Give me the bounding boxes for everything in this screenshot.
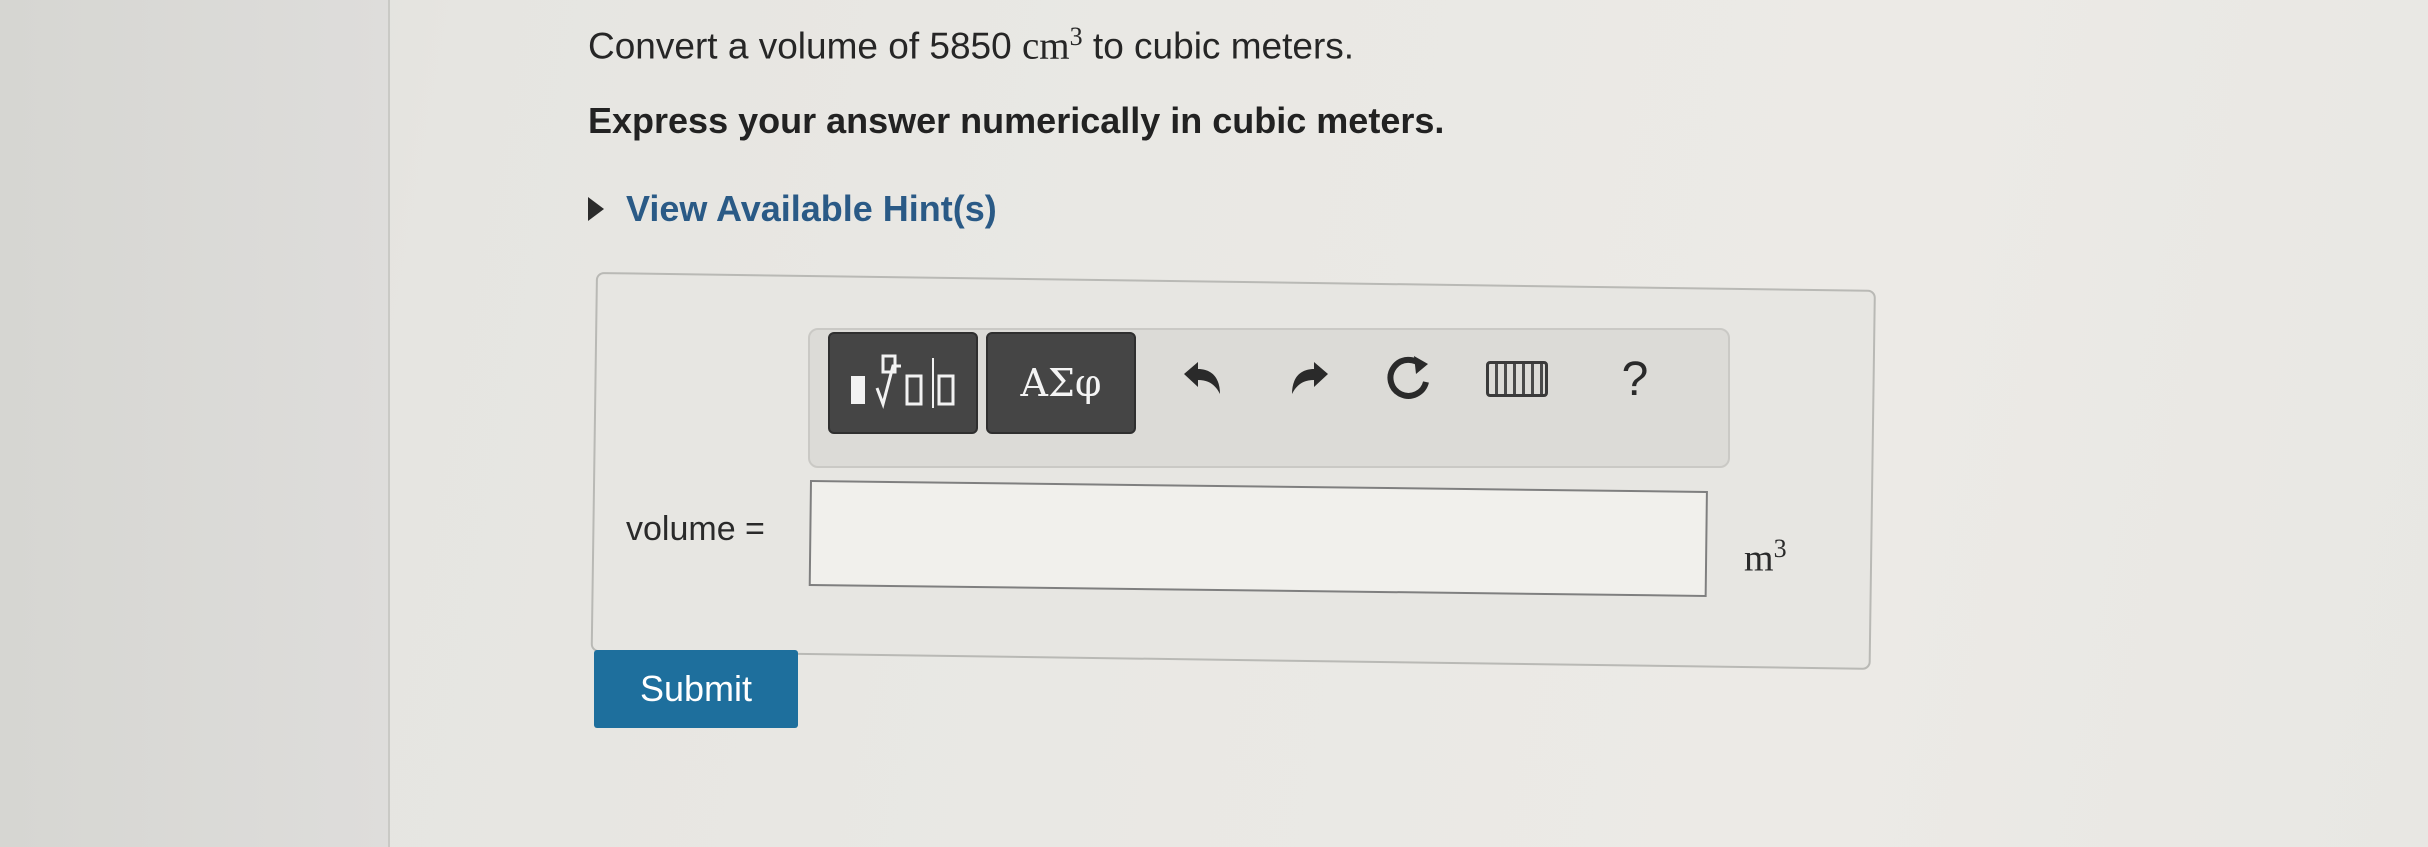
- math-toolbar: ΑΣφ ?: [808, 328, 1730, 468]
- question-unit-exponent: 3: [1069, 22, 1083, 51]
- question-text: Convert a volume of 5850 cm3 to cubic me…: [588, 22, 1354, 68]
- template-icon: [851, 354, 955, 409]
- triangle-right-icon: [588, 197, 604, 221]
- help-button[interactable]: ?: [1600, 344, 1670, 414]
- view-hints-link[interactable]: View Available Hint(s): [588, 188, 997, 230]
- reset-button[interactable]: [1374, 344, 1444, 414]
- answer-unit: m3: [1744, 534, 1787, 581]
- answer-input[interactable]: [808, 480, 1708, 597]
- greek-symbols-button[interactable]: ΑΣφ: [986, 332, 1136, 434]
- question-suffix: to cubic meters.: [1092, 25, 1355, 67]
- submit-button[interactable]: Submit: [594, 650, 798, 728]
- redo-button[interactable]: [1272, 344, 1342, 414]
- left-margin: [0, 0, 388, 847]
- question-unit: cm: [1021, 24, 1070, 68]
- instruction-text: Express your answer numerically in cubic…: [588, 100, 1445, 141]
- answer-label: volume =: [626, 510, 765, 548]
- answer-unit-exponent: 3: [1773, 534, 1787, 563]
- redo-icon: [1292, 362, 1328, 394]
- answer-unit-base: m: [1744, 537, 1774, 580]
- reset-icon: [1387, 356, 1429, 399]
- undo-icon: [1184, 362, 1220, 394]
- question-prefix: Convert a volume of 5850: [588, 25, 1012, 67]
- keyboard-button[interactable]: [1482, 344, 1552, 414]
- undo-button[interactable]: [1170, 344, 1240, 414]
- keyboard-icon: [1486, 361, 1548, 397]
- template-button[interactable]: [828, 332, 978, 434]
- view-hints-label: View Available Hint(s): [626, 188, 997, 229]
- page-divider: [388, 0, 390, 847]
